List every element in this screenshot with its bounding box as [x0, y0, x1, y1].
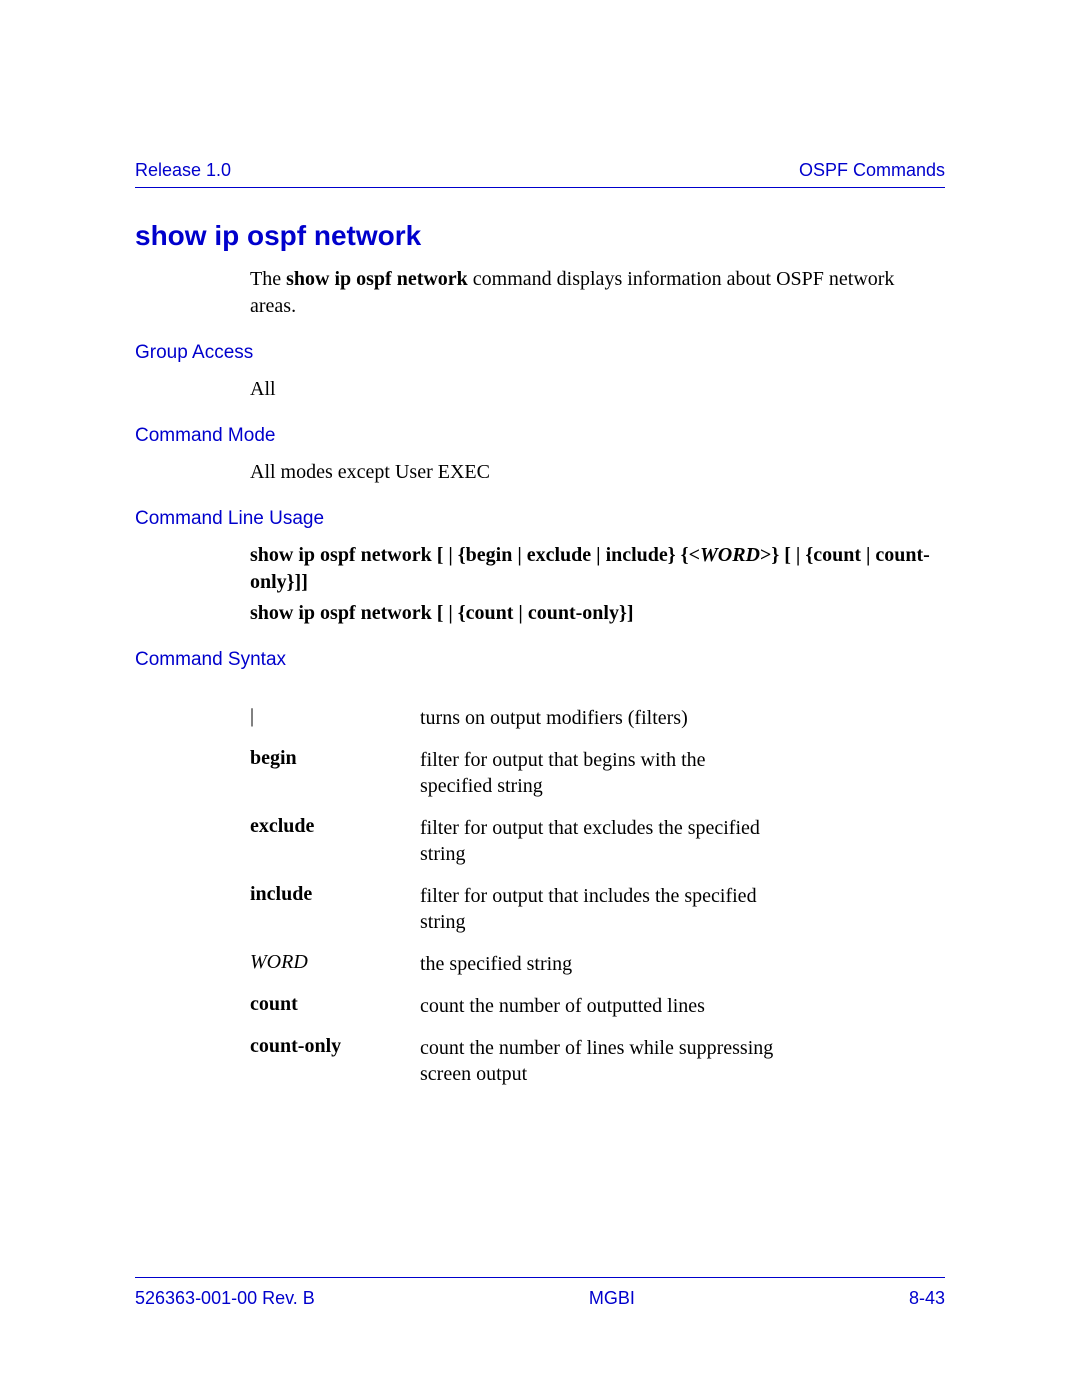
syntax-key: count [250, 993, 420, 1019]
group-access-value: All [250, 376, 945, 403]
intro-paragraph: The show ip ospf network command display… [250, 266, 945, 320]
footer-right: 8-43 [909, 1288, 945, 1309]
section-command-syntax-label: Command Syntax [135, 649, 945, 671]
syntax-key: WORD [250, 951, 420, 977]
usage-line-1: show ip ospf network [ | {begin | exclud… [250, 542, 945, 596]
header-right: OSPF Commands [799, 160, 945, 181]
syntax-key: include [250, 883, 420, 935]
page-footer: 526363-001-00 Rev. B MGBI 8-43 [135, 1277, 945, 1309]
section-command-mode-label: Command Mode [135, 425, 945, 447]
syntax-desc: the specified string [420, 951, 572, 977]
usage-line-2: show ip ospf network [ | {count | count-… [250, 600, 945, 627]
usage-line-1-word: WORD [700, 544, 760, 566]
syntax-desc: filter for output that begins with the s… [420, 747, 780, 799]
intro-command: show ip ospf network [286, 268, 468, 290]
syntax-row: include filter for output that includes … [250, 883, 945, 935]
syntax-row: count count the number of outputted line… [250, 993, 945, 1019]
syntax-key: begin [250, 747, 420, 799]
syntax-desc: filter for output that includes the spec… [420, 883, 780, 935]
usage-line-1a: show ip ospf network [ | {begin | exclud… [250, 544, 700, 566]
syntax-key: | [250, 705, 420, 731]
section-group-access-label: Group Access [135, 342, 945, 364]
syntax-desc: turns on output modifiers (filters) [420, 705, 688, 731]
syntax-row: begin filter for output that begins with… [250, 747, 945, 799]
syntax-desc: count the number of outputted lines [420, 993, 705, 1019]
syntax-key: count-only [250, 1035, 420, 1087]
footer-left: 526363-001-00 Rev. B [135, 1288, 315, 1309]
syntax-desc: filter for output that excludes the spec… [420, 815, 780, 867]
syntax-row: exclude filter for output that excludes … [250, 815, 945, 867]
page-header: Release 1.0 OSPF Commands [135, 160, 945, 188]
syntax-row: count-only count the number of lines whi… [250, 1035, 945, 1087]
document-page: Release 1.0 OSPF Commands show ip ospf n… [0, 0, 1080, 1397]
syntax-row: | turns on output modifiers (filters) [250, 705, 945, 731]
intro-prefix: The [250, 268, 286, 290]
syntax-desc: count the number of lines while suppress… [420, 1035, 780, 1087]
header-left: Release 1.0 [135, 160, 231, 181]
command-mode-value: All modes except User EXEC [250, 459, 945, 486]
section-command-line-usage-label: Command Line Usage [135, 508, 945, 530]
syntax-table: | turns on output modifiers (filters) be… [250, 705, 945, 1087]
syntax-row: WORD the specified string [250, 951, 945, 977]
page-title: show ip ospf network [135, 220, 945, 252]
syntax-key: exclude [250, 815, 420, 867]
footer-center: MGBI [589, 1288, 635, 1309]
